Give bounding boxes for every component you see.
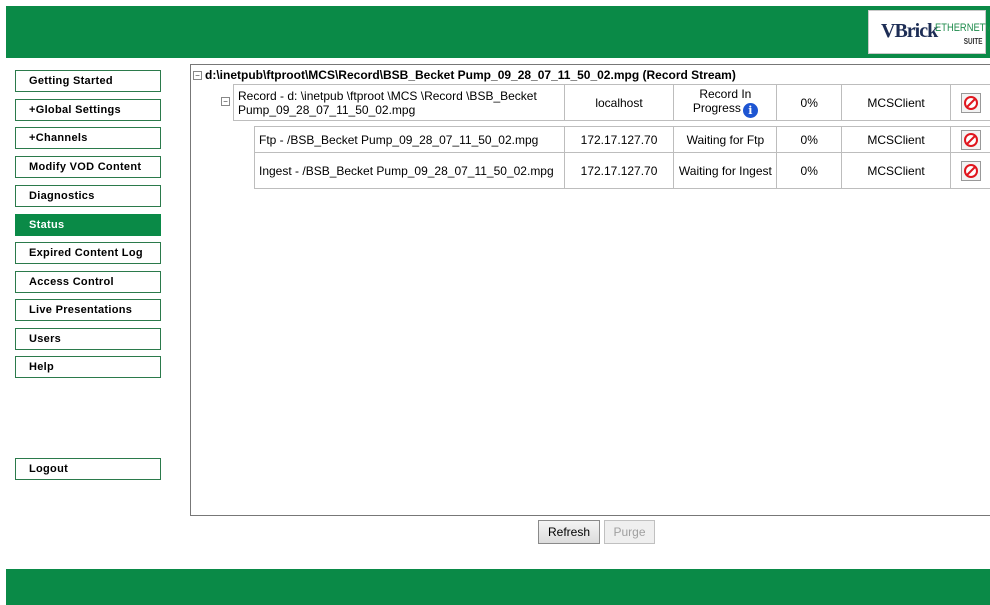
record-task-client: MCSClient: [841, 84, 952, 121]
subtask-table: Ftp - /BSB_Becket Pump_09_28_07_11_50_02…: [254, 126, 990, 189]
record-collapse-toggle-icon[interactable]: −: [221, 97, 230, 106]
logo-sub-text: ETHERNETV: [935, 22, 990, 34]
subtask-host: 172.17.127.70: [563, 126, 675, 153]
status-panel: − d:\inetpub\ftproot\MCS\Record\BSB_Becke…: [190, 64, 990, 516]
stop-icon[interactable]: [960, 160, 981, 181]
nav-users[interactable]: Users: [15, 328, 161, 350]
nav-channels[interactable]: +Channels: [15, 127, 161, 149]
record-task-host: localhost: [563, 84, 675, 121]
subtask-stop-cell: [950, 126, 990, 153]
header-bar: VBrick ETHERNETV SUITE: [6, 6, 990, 58]
footer-bar: [6, 569, 990, 605]
nav-modify-vod-content[interactable]: Modify VOD Content: [15, 156, 161, 178]
record-state-line2: Progress: [692, 101, 741, 115]
table-row: Ingest - /BSB_Becket Pump_09_28_07_11_50…: [254, 152, 990, 189]
logo-main-text: VBrick: [881, 20, 938, 42]
subtask-stop-cell: [950, 152, 990, 189]
nav-diagnostics[interactable]: Diagnostics: [15, 185, 161, 207]
subtask-host: 172.17.127.70: [563, 152, 675, 189]
subtask-name: Ftp - /BSB_Becket Pump_09_28_07_11_50_02…: [254, 126, 565, 153]
subtask-client: MCSClient: [841, 152, 951, 189]
record-task-state: Record In Progress i: [673, 84, 778, 121]
table-row: Record - d: \inetpub \ftproot \MCS \Reco…: [233, 84, 990, 121]
subtask-percent: 0%: [776, 152, 843, 189]
nav-access-control[interactable]: Access Control: [15, 271, 161, 293]
subtask-state: Waiting for Ftp: [673, 126, 778, 153]
nav-live-presentations[interactable]: Live Presentations: [15, 299, 161, 321]
subtask-client: MCSClient: [841, 126, 951, 153]
nav-global-settings[interactable]: +Global Settings: [15, 99, 161, 121]
stop-icon[interactable]: [960, 129, 981, 150]
collapse-toggle-icon[interactable]: −: [193, 71, 202, 80]
record-stop-cell: [950, 84, 990, 121]
nav-getting-started[interactable]: Getting Started: [15, 70, 161, 92]
subtask-percent: 0%: [776, 126, 843, 153]
nav-expired-content-log[interactable]: Expired Content Log: [15, 242, 161, 264]
logo-suite-text: SUITE: [964, 37, 983, 46]
record-task-table: Record - d: \inetpub \ftproot \MCS \Reco…: [233, 84, 990, 121]
nav-help[interactable]: Help: [15, 356, 161, 378]
record-task-percent: 0%: [776, 84, 843, 121]
nav-status[interactable]: Status: [15, 214, 161, 236]
logout-button[interactable]: Logout: [15, 458, 161, 480]
record-state-line1: Record In: [699, 87, 752, 101]
stop-icon[interactable]: [960, 92, 981, 113]
record-task-name: Record - d: \inetpub \ftproot \MCS \Reco…: [233, 84, 565, 121]
table-row: Ftp - /BSB_Becket Pump_09_28_07_11_50_02…: [254, 126, 990, 153]
subtask-name: Ingest - /BSB_Becket Pump_09_28_07_11_50…: [254, 152, 565, 189]
info-icon[interactable]: i: [742, 103, 758, 118]
purge-button[interactable]: Purge: [604, 520, 655, 544]
vbrick-logo: VBrick ETHERNETV SUITE: [868, 10, 990, 54]
subtask-state: Waiting for Ingest: [673, 152, 778, 189]
root-task-row: − d:\inetpub\ftproot\MCS\Record\BSB_Becke…: [193, 67, 736, 83]
refresh-button[interactable]: Refresh: [538, 520, 600, 544]
root-task-label: d:\inetpub\ftproot\MCS\Record\BSB_Becket…: [205, 68, 736, 82]
